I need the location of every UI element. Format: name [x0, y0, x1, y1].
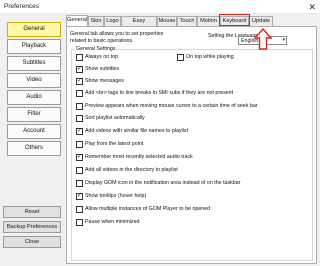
general-settings-group: General Settings Always on top On top wh… — [71, 46, 313, 261]
checkbox[interactable] — [76, 127, 83, 135]
checkbox[interactable] — [76, 65, 83, 73]
tab-description: General tab allows you to set properties… — [70, 31, 164, 44]
checkbox[interactable] — [76, 192, 83, 200]
keyboard-tab-highlight — [219, 14, 250, 26]
option-label: On top while playing — [186, 54, 234, 60]
sidebar-item-others[interactable]: Others — [7, 141, 61, 156]
option-label: Remember most recently selected audio tr… — [85, 154, 193, 160]
tab-easy-browser[interactable]: Easy Browser — [121, 16, 157, 33]
option-label: Sort playlist automatically — [85, 115, 145, 121]
checkbox[interactable] — [76, 54, 83, 61]
checkbox[interactable] — [76, 115, 83, 122]
checkbox[interactable] — [76, 180, 83, 187]
tab-motion[interactable]: Motion — [197, 16, 220, 26]
sidebar-item-general[interactable]: General — [7, 22, 61, 37]
tab-touch[interactable]: Touch — [177, 16, 197, 26]
group-label: General Settings — [75, 46, 117, 52]
checkbox[interactable] — [76, 206, 83, 213]
checkbox[interactable] — [76, 141, 83, 148]
option-label: Display GOM icon in the notification are… — [85, 180, 241, 186]
sidebar-item-playback[interactable]: Playback — [7, 39, 61, 54]
title-bar: Preferences ✕ — [0, 0, 320, 14]
close-button[interactable]: Close — [3, 236, 61, 248]
checkbox[interactable] — [177, 54, 184, 61]
option-label: Add videos with similar file names to pl… — [85, 128, 189, 134]
option-label: Always on top — [85, 54, 118, 60]
general-tab-panel: General tab allows you to set properties… — [66, 26, 317, 264]
tab-general[interactable]: General — [66, 15, 88, 26]
red-arrow-icon — [253, 28, 273, 50]
checkbox[interactable] — [76, 77, 83, 85]
option-label: Show messages — [85, 78, 124, 84]
window-title: Preferences — [4, 3, 40, 10]
sidebar-item-video[interactable]: Video — [7, 73, 61, 88]
checkbox[interactable] — [76, 219, 83, 226]
option-label: Pause when minimized — [85, 219, 140, 225]
tab-mouse[interactable]: Mouse — [157, 16, 177, 26]
close-icon[interactable]: ✕ — [308, 1, 316, 13]
category-sidebar: General Playback Subtitles Video Audio F… — [3, 22, 62, 158]
tab-logo[interactable]: Logo — [104, 16, 121, 26]
sidebar-item-filter[interactable]: Filter — [7, 107, 61, 122]
option-label: Add all videos in the directory to playl… — [85, 167, 178, 173]
checkbox[interactable] — [76, 103, 83, 110]
chevron-down-icon[interactable]: ▾ — [282, 37, 285, 44]
bottom-button-group: Reset Backup Preferences Close — [3, 206, 62, 251]
option-label: Play from the latest point — [85, 141, 144, 147]
option-label: Allow multiple instances of GOM Player t… — [85, 206, 211, 212]
option-label: Add <br> tags to line breaks in SMI subs… — [85, 90, 234, 96]
tab-update[interactable]: Update — [249, 16, 273, 26]
tab-skin[interactable]: Skin — [88, 16, 104, 26]
option-label: Preview appears when moving mouse cursor… — [85, 103, 258, 109]
sidebar-item-audio[interactable]: Audio — [7, 90, 61, 105]
sidebar-item-subtitles[interactable]: Subtitles — [7, 56, 61, 71]
option-label: Show subtitles — [85, 66, 120, 72]
option-label: Show tooltips (hover help) — [85, 193, 147, 199]
sidebar-item-account[interactable]: Account — [7, 124, 61, 139]
backup-preferences-button[interactable]: Backup Preferences — [3, 221, 61, 233]
preferences-window: General Playback Subtitles Video Audio F… — [0, 14, 320, 266]
checkbox[interactable] — [76, 167, 83, 174]
checkbox[interactable] — [76, 90, 83, 97]
reset-button[interactable]: Reset — [3, 206, 61, 218]
checkbox[interactable] — [76, 153, 83, 161]
